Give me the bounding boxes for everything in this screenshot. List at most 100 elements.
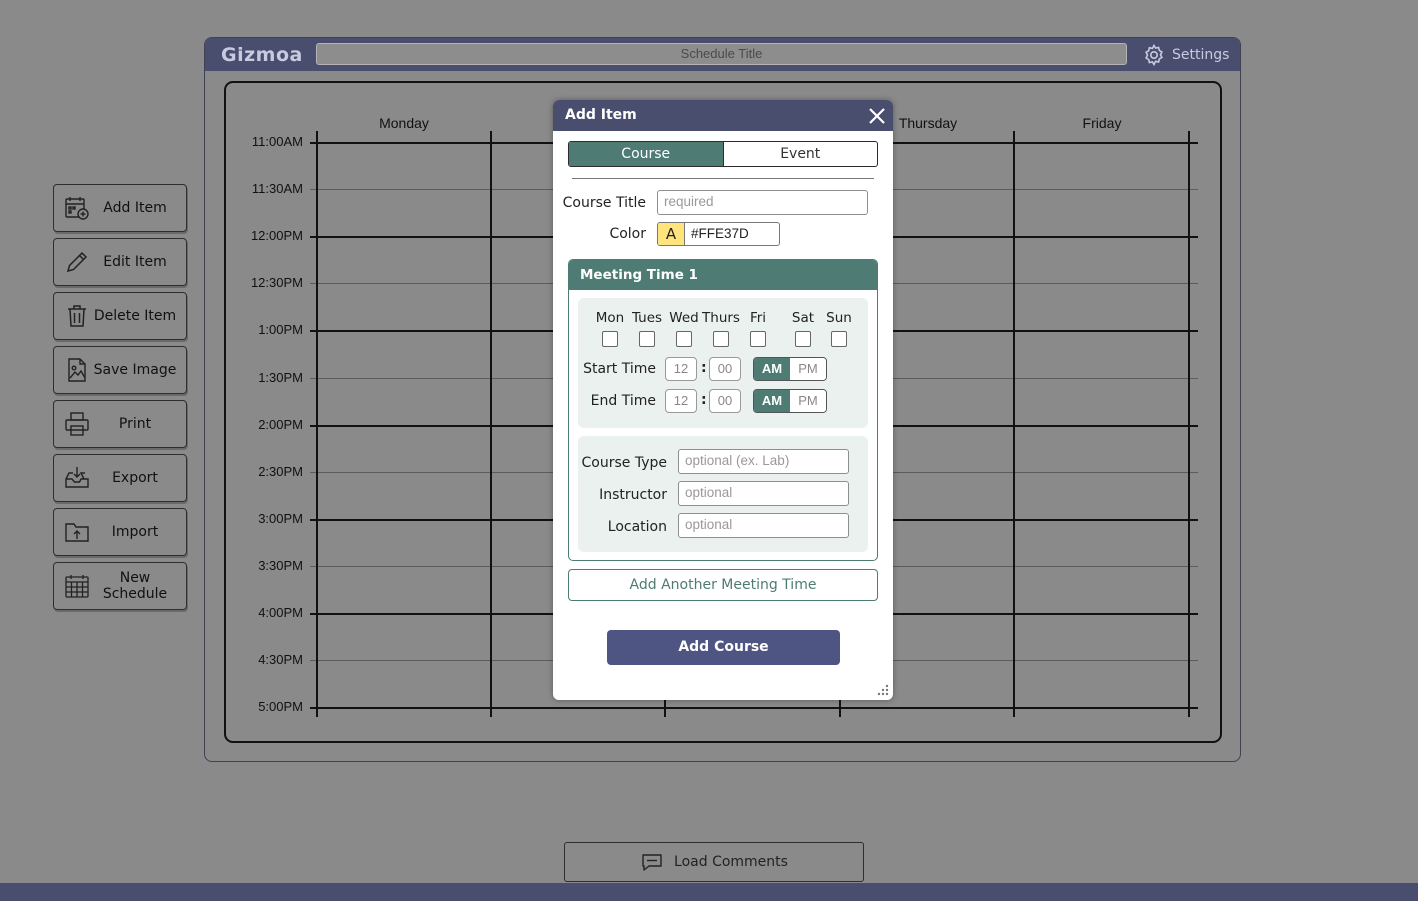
modal-header[interactable]: Add Item — [553, 100, 893, 131]
edit-item-button[interactable]: Edit Item — [53, 238, 187, 286]
time-gridline — [310, 707, 1198, 709]
load-comments-button[interactable]: Load Comments — [564, 842, 864, 882]
time-label: 5:00PM — [258, 699, 303, 715]
add-item-modal: Add Item Course Event Course Title requi… — [553, 100, 893, 700]
time-label: 12:00PM — [250, 228, 303, 244]
import-label: Import — [111, 524, 159, 540]
location-input[interactable]: optional — [678, 513, 849, 538]
course-type-label: Course Type — [581, 455, 667, 471]
end-pm-button[interactable]: PM — [790, 390, 826, 412]
add-another-meeting-button[interactable]: Add Another Meeting Time — [568, 569, 878, 601]
time-label: 4:30PM — [258, 652, 303, 668]
course-title-input[interactable]: required — [657, 190, 868, 215]
day-label-wed: Wed — [669, 310, 699, 326]
day-checkbox-fri[interactable] — [750, 331, 766, 347]
print-label: Print — [118, 416, 152, 432]
color-hex-input[interactable]: #FFE37D — [685, 223, 749, 245]
meeting-time-title[interactable]: Meeting Time 1 — [569, 260, 877, 290]
end-ampm-toggle: AM PM — [753, 389, 827, 413]
start-time-colon: : — [701, 360, 707, 376]
day-checkbox-sat[interactable] — [795, 331, 811, 347]
new-schedule-button[interactable]: New Schedule — [53, 562, 187, 610]
day-column-divider — [490, 131, 492, 717]
brand-logo[interactable]: Gizmoa — [221, 44, 303, 66]
location-label: Location — [607, 519, 667, 535]
add-item-label: Add Item — [103, 200, 167, 216]
end-time-label: End Time — [590, 393, 656, 409]
start-minute-input[interactable]: 00 — [709, 357, 741, 381]
time-label: 12:30PM — [250, 275, 303, 291]
day-label-sun: Sun — [826, 310, 852, 326]
time-label: 2:30PM — [258, 463, 303, 479]
divider — [572, 178, 874, 179]
export-label: Export — [112, 470, 158, 486]
instructor-input[interactable]: optional — [678, 481, 849, 506]
time-label: 11:30AM — [251, 181, 303, 197]
meeting-details-panel: Course Type optional (ex. Lab) Instructo… — [578, 436, 868, 552]
bottom-bar — [0, 883, 1418, 901]
color-picker[interactable]: A #FFE37D — [657, 222, 780, 246]
add-course-button[interactable]: Add Course — [607, 630, 840, 665]
time-label: 2:00PM — [258, 416, 303, 432]
course-title-label: Course Title — [562, 195, 646, 211]
end-hour-input[interactable]: 12 — [665, 389, 697, 413]
day-checkbox-thurs[interactable] — [713, 331, 729, 347]
new-schedule-label: New Schedule — [102, 570, 168, 602]
day-header-friday: Friday — [1082, 115, 1122, 131]
settings-label: Settings — [1172, 47, 1230, 63]
tab-course[interactable]: Course — [569, 142, 724, 166]
day-checkbox-sun[interactable] — [831, 331, 847, 347]
day-label-tues: Tues — [631, 310, 663, 326]
start-hour-input[interactable]: 12 — [665, 357, 697, 381]
start-am-button[interactable]: AM — [754, 358, 790, 380]
time-label: 4:00PM — [258, 605, 303, 620]
time-label: 1:30PM — [258, 369, 303, 385]
meeting-days-times-panel: Mon Tues Wed Thurs Fri Sat Sun Start Tim… — [578, 298, 868, 428]
time-label: 3:30PM — [258, 557, 303, 573]
day-column-divider — [1013, 131, 1015, 717]
time-label: 3:00PM — [258, 510, 303, 526]
close-icon[interactable] — [867, 106, 887, 126]
delete-item-button[interactable]: Delete Item — [53, 292, 187, 340]
day-checkbox-wed[interactable] — [676, 331, 692, 347]
day-label-thurs: Thurs — [702, 310, 740, 326]
color-label: Color — [609, 226, 646, 242]
modal-title: Add Item — [565, 107, 637, 123]
save-image-button[interactable]: Save Image — [53, 346, 187, 394]
top-bar: Gizmoa Schedule Title Settings — [205, 38, 1240, 71]
add-item-button[interactable]: Add Item — [53, 184, 187, 232]
end-am-button[interactable]: AM — [754, 390, 790, 412]
settings-button[interactable]: Settings — [1142, 42, 1229, 68]
day-label-sat: Sat — [791, 310, 815, 326]
end-minute-input[interactable]: 00 — [709, 389, 741, 413]
load-comments-label: Load Comments — [674, 854, 788, 870]
tab-event[interactable]: Event — [724, 142, 878, 166]
delete-item-label: Delete Item — [93, 308, 177, 324]
export-button[interactable]: Export — [53, 454, 187, 502]
time-label: 11:00AM — [251, 134, 303, 149]
start-ampm-toggle: AM PM — [753, 357, 827, 381]
resize-grip-icon[interactable] — [877, 684, 889, 696]
edit-item-label: Edit Item — [103, 254, 167, 270]
chat-bubble-icon — [642, 854, 662, 871]
day-column-divider — [1188, 131, 1190, 717]
save-image-label: Save Image — [93, 362, 177, 378]
item-type-tabs: Course Event — [568, 141, 878, 167]
day-label-mon: Mon — [595, 310, 625, 326]
day-column-divider — [316, 131, 318, 717]
end-time-colon: : — [701, 392, 707, 408]
start-time-label: Start Time — [583, 361, 656, 377]
course-type-input[interactable]: optional (ex. Lab) — [678, 449, 849, 474]
instructor-label: Instructor — [599, 487, 667, 503]
print-button[interactable]: Print — [53, 400, 187, 448]
color-swatch[interactable]: A — [658, 223, 685, 245]
day-label-fri: Fri — [749, 310, 767, 326]
import-button[interactable]: Import — [53, 508, 187, 556]
start-pm-button[interactable]: PM — [790, 358, 826, 380]
meeting-time-section: Meeting Time 1 Mon Tues Wed Thurs Fri Sa… — [568, 259, 878, 561]
day-checkbox-mon[interactable] — [602, 331, 618, 347]
day-checkbox-tues[interactable] — [639, 331, 655, 347]
schedule-title-input[interactable]: Schedule Title — [316, 43, 1127, 65]
gear-icon — [1145, 43, 1163, 67]
day-header-monday: Monday — [379, 115, 429, 131]
